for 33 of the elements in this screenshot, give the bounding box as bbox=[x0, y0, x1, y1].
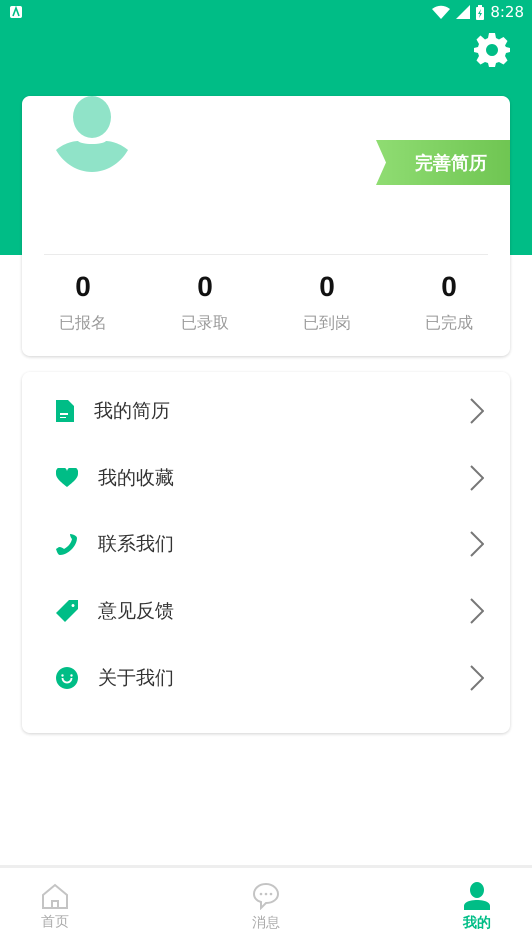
stat-label: 已到岗 bbox=[303, 313, 351, 334]
avatar-icon bbox=[56, 96, 128, 172]
stat-value: 0 bbox=[319, 271, 335, 303]
stat-value: 0 bbox=[197, 271, 213, 303]
home-icon bbox=[41, 883, 69, 909]
heart-icon bbox=[56, 468, 78, 488]
notification-icon bbox=[10, 6, 22, 18]
document-icon bbox=[56, 400, 74, 422]
chevron-right-icon bbox=[470, 664, 484, 691]
stat-label: 已报名 bbox=[59, 313, 107, 334]
signal-icon bbox=[456, 5, 470, 19]
tag-icon bbox=[56, 600, 78, 622]
chevron-right-icon bbox=[470, 398, 484, 424]
menu-item[interactable]: 联系我们 bbox=[22, 511, 510, 578]
status-time: 8:28 bbox=[490, 3, 524, 21]
settings-icon[interactable] bbox=[474, 32, 510, 68]
battery-icon bbox=[476, 4, 484, 20]
smiley-icon bbox=[56, 666, 78, 689]
wifi-icon bbox=[432, 5, 450, 19]
menu-item[interactable]: 关于我们 bbox=[22, 644, 510, 711]
chevron-right-icon bbox=[470, 464, 484, 491]
stat-label: 已录取 bbox=[181, 313, 229, 334]
person-icon bbox=[464, 882, 490, 910]
phone-icon bbox=[56, 533, 78, 556]
chat-bubble-icon bbox=[252, 882, 280, 910]
stat-value: 0 bbox=[75, 271, 91, 303]
stat-label: 已完成 bbox=[425, 313, 473, 334]
stat-value: 0 bbox=[441, 271, 457, 303]
chevron-right-icon bbox=[470, 598, 484, 624]
menu-item[interactable]: 我的收藏 bbox=[22, 444, 510, 512]
menu-item[interactable]: 我的简历 bbox=[22, 378, 510, 445]
menu-item[interactable]: 意见反馈 bbox=[22, 578, 510, 644]
chevron-right-icon bbox=[470, 531, 484, 558]
